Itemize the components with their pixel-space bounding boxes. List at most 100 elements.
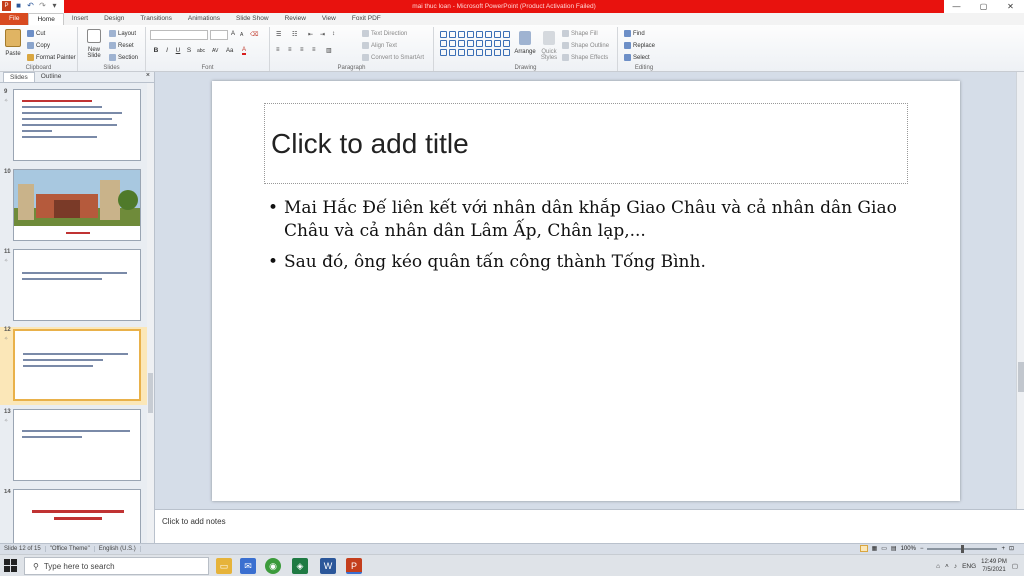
slide[interactable]: Click to add title • Mai Hắc Đế liên kết… (212, 81, 960, 501)
select-button[interactable]: Select (624, 54, 650, 61)
shape-icon[interactable] (494, 49, 501, 56)
decrease-indent-icon[interactable]: ⇤ (308, 31, 313, 38)
fit-to-window-icon[interactable]: ⊡ (1009, 545, 1014, 552)
shape-outline-button[interactable]: Shape Outline (562, 42, 609, 49)
content-placeholder[interactable]: • Mai Hắc Đế liên kết với nhân dân khắp … (268, 197, 908, 282)
shape-icon[interactable] (440, 40, 447, 47)
slide-thumbnail[interactable]: 13 ✧ (0, 409, 148, 485)
shape-icon[interactable] (449, 31, 456, 38)
maximize-button[interactable]: ▢ (970, 0, 997, 13)
reset-button[interactable]: Reset (109, 42, 134, 49)
shape-icon[interactable] (467, 40, 474, 47)
shape-icon[interactable] (485, 40, 492, 47)
zoom-in-icon[interactable]: + (1001, 546, 1005, 552)
speaker-icon[interactable]: ♪ (954, 563, 957, 570)
tab-file[interactable]: File (0, 13, 29, 25)
notifications-icon[interactable]: ▢ (1012, 562, 1018, 570)
slide-thumbnail[interactable]: 10 (0, 169, 148, 245)
maps-icon[interactable]: ◈ (292, 558, 308, 574)
quick-styles-button[interactable]: Quick Styles (538, 31, 560, 61)
save-icon[interactable]: ■ (14, 1, 23, 11)
tab-insert[interactable]: Insert (64, 13, 96, 25)
text-direction-button[interactable]: Text Direction (362, 30, 407, 37)
shape-icon[interactable] (476, 31, 483, 38)
mail-icon[interactable]: ✉ (240, 558, 256, 574)
slide-show-icon[interactable]: ▤ (891, 545, 897, 552)
language-indicator[interactable]: English (U.S.) (95, 546, 141, 552)
tab-slide-show[interactable]: Slide Show (228, 13, 277, 25)
zoom-slider-knob[interactable] (960, 544, 964, 553)
taskbar-search[interactable]: ⚲ Type here to search (24, 557, 209, 575)
line-spacing-icon[interactable]: ↕ (332, 31, 335, 37)
tab-slides[interactable]: Slides (3, 72, 35, 82)
bullets-icon[interactable]: ☰ (276, 31, 281, 38)
normal-view-icon[interactable] (859, 545, 868, 552)
undo-icon[interactable]: ↶ (26, 1, 35, 11)
reading-view-icon[interactable]: ▭ (881, 545, 887, 552)
cut-button[interactable]: Cut (27, 30, 45, 37)
shape-effects-button[interactable]: Shape Effects (562, 54, 608, 61)
chevron-up-icon[interactable]: ˄ (945, 563, 949, 570)
arrange-button[interactable]: Arrange (514, 31, 536, 55)
spacing-button[interactable]: AV (212, 48, 218, 54)
find-button[interactable]: Find (624, 30, 645, 37)
shapes-gallery[interactable] (440, 31, 510, 57)
align-center-icon[interactable]: ≡ (288, 47, 292, 53)
shape-icon[interactable] (485, 31, 492, 38)
columns-icon[interactable]: ▥ (326, 47, 332, 54)
slide-thumbnail[interactable]: 9 ✧ (0, 89, 148, 165)
align-left-icon[interactable]: ≡ (276, 47, 280, 53)
shape-icon[interactable] (476, 40, 483, 47)
scroll-thumb[interactable] (148, 373, 153, 413)
font-size-combo[interactable] (210, 30, 228, 40)
tab-animations[interactable]: Animations (180, 13, 228, 25)
justify-icon[interactable]: ≡ (312, 47, 316, 53)
align-right-icon[interactable]: ≡ (300, 47, 304, 53)
file-explorer-icon[interactable]: ▭ (216, 558, 232, 574)
title-placeholder[interactable]: Click to add title (264, 103, 908, 184)
shape-icon[interactable] (440, 49, 447, 56)
strike-button[interactable]: S (185, 47, 193, 55)
change-case-button[interactable]: Aa (226, 48, 233, 54)
windows-start-icon[interactable] (4, 559, 17, 572)
shadow-button[interactable]: abc (197, 48, 205, 54)
language-indicator[interactable]: ENG (962, 563, 976, 570)
redo-icon[interactable]: ↷ (38, 1, 47, 11)
tab-design[interactable]: Design (96, 13, 132, 25)
replace-button[interactable]: Replace (624, 42, 655, 49)
copy-button[interactable]: Copy (27, 42, 50, 49)
layout-button[interactable]: Layout (109, 30, 136, 37)
clear-format-icon[interactable]: ⌫ (250, 31, 258, 38)
shape-icon[interactable] (494, 40, 501, 47)
powerpoint-taskbar-icon[interactable]: P (346, 558, 362, 574)
smartart-button[interactable]: Convert to SmartArt (362, 54, 424, 61)
chrome-icon[interactable]: ◉ (265, 558, 281, 574)
section-button[interactable]: Section (109, 54, 138, 61)
bullet-item[interactable]: • Mai Hắc Đế liên kết với nhân dân khắp … (268, 197, 908, 243)
tab-view[interactable]: View (314, 13, 344, 25)
font-color-button[interactable]: A (242, 47, 247, 55)
network-icon[interactable]: ⌂ (936, 563, 940, 570)
tab-home[interactable]: Home (28, 13, 64, 25)
underline-button[interactable]: U (174, 47, 182, 55)
new-slide-button[interactable]: New Slide (82, 29, 106, 59)
slide-vertical-scrollbar[interactable] (1016, 72, 1024, 509)
shape-icon[interactable] (476, 49, 483, 56)
slide-sorter-icon[interactable]: ▦ (872, 545, 878, 552)
bullet-item[interactable]: • Sau đó, ông kéo quân tấn công thành Tố… (268, 251, 908, 274)
slides-pane-scrollbar[interactable] (147, 83, 154, 543)
align-text-button[interactable]: Align Text (362, 42, 397, 49)
shape-icon[interactable] (440, 31, 447, 38)
scroll-thumb[interactable] (1018, 362, 1024, 392)
shape-icon[interactable] (458, 40, 465, 47)
shape-icon[interactable] (485, 49, 492, 56)
zoom-level[interactable]: 100% (901, 546, 916, 552)
shape-icon[interactable] (449, 40, 456, 47)
shape-icon[interactable] (467, 49, 474, 56)
bold-button[interactable]: B (152, 47, 160, 55)
shape-icon[interactable] (458, 31, 465, 38)
shape-icon[interactable] (458, 49, 465, 56)
close-pane-button[interactable]: × (146, 72, 150, 79)
italic-button[interactable]: I (163, 47, 171, 55)
clock[interactable]: 12:49 PM 7/5/2021 (981, 558, 1007, 574)
